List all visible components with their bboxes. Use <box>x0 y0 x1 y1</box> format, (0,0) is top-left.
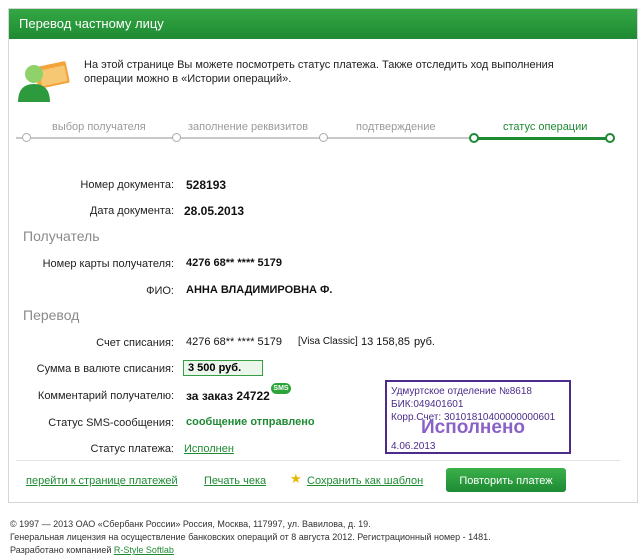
account-label: Счет списания: <box>96 337 174 349</box>
comment-value: за заказ 24722 <box>186 389 270 403</box>
step-confirmation: подтверждение <box>356 121 436 133</box>
stamp-date: 4.06.2013 <box>391 441 436 452</box>
stamp-branch: Удмуртское отделение №8618 <box>391 386 532 397</box>
full-name: АННА ВЛАДИМИРОВНА Ф. <box>186 284 333 296</box>
progress-track-active <box>474 137 608 140</box>
page-title: Перевод частному лицу <box>19 16 164 31</box>
footer-developer-prefix: Разработано компанией <box>10 545 112 555</box>
divider <box>16 460 620 461</box>
intro-text: На этой странице Вы можете посмотреть ст… <box>84 59 554 85</box>
step-select-recipient: выбор получателя <box>52 121 146 133</box>
card-number: 4276 68** **** 5179 <box>186 257 283 269</box>
account-type: [Visa Classic] <box>298 336 358 347</box>
payment-status-link[interactable]: Исполнен <box>184 443 234 455</box>
person-card-icon <box>18 61 70 102</box>
amount-value: 3 500 руб. <box>183 360 263 376</box>
section-transfer: Перевод <box>23 307 80 323</box>
step-dot <box>319 133 328 142</box>
sms-status-label: Статус SMS-сообщения: <box>48 417 174 429</box>
step-status: статус операции <box>503 121 588 133</box>
stamp-bik: БИК:049401601 <box>391 399 464 410</box>
footer-license: Генеральная лицензия на осуществление ба… <box>10 532 491 542</box>
footer-copyright: © 1997 — 2013 ОАО «Сбербанк России» Росс… <box>10 519 371 529</box>
step-dot-active <box>605 133 615 143</box>
repeat-payment-button[interactable]: Повторить платеж <box>446 468 566 492</box>
account-currency: руб. <box>414 336 435 348</box>
bank-stamp: Удмуртское отделение №8618 БИК:049401601… <box>385 380 571 454</box>
document-date-label: Дата документа: <box>89 205 174 217</box>
account-number: 4276 68** **** 5179 <box>186 336 283 348</box>
progress-track <box>16 137 474 139</box>
account-balance: 13 158,85 <box>361 336 410 348</box>
section-recipient: Получатель <box>23 228 100 244</box>
document-number: 528193 <box>186 178 227 192</box>
document-number-label: Номер документа: <box>80 179 174 191</box>
card-number-label: Номер карты получателя: <box>42 258 174 270</box>
payment-status-label: Статус платежа: <box>90 443 174 455</box>
amount-label: Сумма в валюте списания: <box>36 363 174 375</box>
step-dot <box>172 133 181 142</box>
print-receipt-link[interactable]: Печать чека <box>204 475 266 487</box>
sms-status: сообщение отправлено <box>186 416 315 428</box>
document-date: 28.05.2013 <box>184 204 245 218</box>
full-name-label: ФИО: <box>146 285 174 297</box>
comment-label: Комментарий получателю: <box>37 390 174 402</box>
stamp-executed: Исполнено <box>421 417 526 438</box>
step-dot-active <box>469 133 479 143</box>
star-icon: ★ <box>290 471 302 486</box>
step-fill-details: заполнение реквизитов <box>188 121 309 133</box>
back-to-payments-link[interactable]: перейти к странице платежей <box>26 475 178 487</box>
panel-header: Перевод частному лицу <box>9 9 637 39</box>
sms-icon: SMS <box>271 383 291 394</box>
save-template-link[interactable]: Сохранить как шаблон <box>307 475 423 487</box>
footer-developer: Разработано компанией R-Style Softlab <box>10 545 174 555</box>
step-dot <box>22 133 31 142</box>
developer-link[interactable]: R-Style Softlab <box>114 545 174 555</box>
